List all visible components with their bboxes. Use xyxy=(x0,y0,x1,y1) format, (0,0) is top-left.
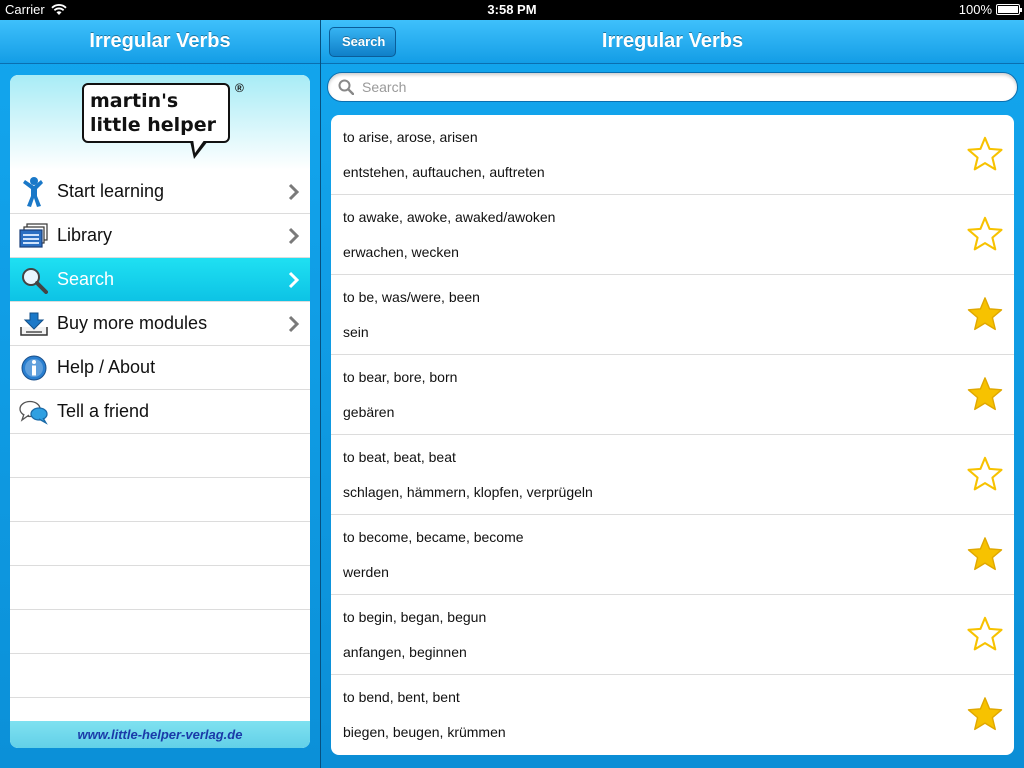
star-outline-icon[interactable] xyxy=(966,615,1004,653)
verb-forms: to be, was/were, been xyxy=(343,289,480,305)
verb-forms: to begin, began, begun xyxy=(343,609,487,625)
star-outline-icon[interactable] xyxy=(966,215,1004,253)
chevron-right-icon xyxy=(288,227,300,245)
menu-item-label: Library xyxy=(57,225,113,245)
verb-translation: biegen, beugen, krümmen xyxy=(343,724,506,740)
menu-item-library[interactable]: Library xyxy=(10,214,310,258)
menu-item-help-about[interactable]: Help / About xyxy=(10,346,310,390)
person-icon xyxy=(14,170,54,214)
master-title: Irregular Verbs xyxy=(89,30,231,52)
star-filled-icon[interactable] xyxy=(966,295,1004,333)
star-filled-icon[interactable] xyxy=(966,535,1004,573)
empty-row xyxy=(10,478,310,522)
star-filled-icon[interactable] xyxy=(966,375,1004,413)
brand-logo: martin's little helper xyxy=(82,83,230,143)
menu-card: martin's little helper ® Start learning xyxy=(10,75,310,748)
search-back-button[interactable]: Search xyxy=(329,27,397,57)
battery-percent: 100% xyxy=(958,2,992,17)
status-bar: Carrier 3:58 PM 100% xyxy=(0,0,1024,20)
verb-forms: to bear, bore, born xyxy=(343,369,458,385)
logo-line-2: little helper xyxy=(90,114,216,136)
menu-item-start-learning[interactable]: Start learning xyxy=(10,170,310,214)
verb-translation: erwachen, wecken xyxy=(343,244,459,260)
magnifier-icon xyxy=(14,258,54,302)
verb-forms: to bend, bent, bent xyxy=(343,689,460,705)
master-pane: Irregular Verbs martin's little helper ®… xyxy=(0,20,320,768)
library-icon xyxy=(14,214,54,258)
detail-pane: Search Irregular Verbs to arise, arose, … xyxy=(321,20,1024,768)
empty-row xyxy=(10,522,310,566)
master-navbar: Irregular Verbs xyxy=(0,20,320,64)
chevron-right-icon xyxy=(288,271,300,289)
star-filled-icon[interactable] xyxy=(966,695,1004,733)
verb-row[interactable]: to beat, beat, beat schlagen, hämmern, k… xyxy=(331,435,1014,515)
star-outline-icon[interactable] xyxy=(966,455,1004,493)
menu-item-tell-friend[interactable]: Tell a friend xyxy=(10,390,310,434)
detail-title: Irregular Verbs xyxy=(601,30,744,52)
chat-bubble-icon xyxy=(14,390,54,434)
menu-item-label: Help / About xyxy=(57,357,156,377)
empty-row xyxy=(10,610,310,654)
verb-translation: entstehen, auftauchen, auftreten xyxy=(343,164,545,180)
empty-row xyxy=(10,566,310,610)
search-bar xyxy=(327,72,1018,102)
empty-row xyxy=(10,434,310,478)
info-icon xyxy=(14,346,54,390)
verb-forms: to arise, arose, arisen xyxy=(343,129,478,145)
battery-indicator: 100% xyxy=(958,2,1022,17)
empty-row xyxy=(10,654,310,698)
menu-item-label: Start learning xyxy=(57,181,165,201)
verb-row[interactable]: to become, became, become werden xyxy=(331,515,1014,595)
verb-row[interactable]: to awake, awoke, awaked/awoken erwachen,… xyxy=(331,195,1014,275)
logo-speech-tail-inner xyxy=(193,139,205,153)
chevron-right-icon xyxy=(288,183,300,201)
verb-translation: sein xyxy=(343,324,369,340)
verb-translation: gebären xyxy=(343,404,395,420)
chevron-right-icon xyxy=(288,315,300,333)
verb-row[interactable]: to bear, bore, born gebären xyxy=(331,355,1014,435)
detail-navbar: Search Irregular Verbs xyxy=(321,20,1024,64)
menu-item-label: Buy more modules xyxy=(57,313,208,333)
menu-item-label: Search xyxy=(57,269,115,289)
verb-translation: anfangen, beginnen xyxy=(343,644,467,660)
logo-line-1: martin's xyxy=(90,90,179,112)
verb-list: to arise, arose, arisen entstehen, aufta… xyxy=(331,115,1014,755)
status-time: 3:58 PM xyxy=(487,2,537,17)
logo-area: martin's little helper ® xyxy=(10,75,310,170)
verb-translation: werden xyxy=(343,564,389,580)
verb-forms: to beat, beat, beat xyxy=(343,449,456,465)
download-icon xyxy=(14,302,54,346)
verb-row[interactable]: to begin, began, begun anfangen, beginne… xyxy=(331,595,1014,675)
publisher-website-link[interactable]: www.little-helper-verlag.de xyxy=(10,721,310,748)
verb-translation: schlagen, hämmern, klopfen, verprügeln xyxy=(343,484,593,500)
verb-forms: to awake, awoke, awaked/awoken xyxy=(343,209,556,225)
verb-row[interactable]: to bend, bent, bent biegen, beugen, krüm… xyxy=(331,675,1014,755)
battery-icon xyxy=(996,4,1022,15)
verb-forms: to become, became, become xyxy=(343,529,524,545)
search-icon xyxy=(338,79,354,95)
menu-item-label: Tell a friend xyxy=(57,401,150,421)
verb-row[interactable]: to be, was/were, been sein xyxy=(331,275,1014,355)
menu-item-buy-modules[interactable]: Buy more modules xyxy=(10,302,310,346)
star-outline-icon[interactable] xyxy=(966,135,1004,173)
verb-row[interactable]: to arise, arose, arisen entstehen, aufta… xyxy=(331,115,1014,195)
search-input[interactable] xyxy=(362,79,1002,95)
menu-item-search[interactable]: Search xyxy=(10,258,310,302)
registered-mark: ® xyxy=(235,81,244,95)
